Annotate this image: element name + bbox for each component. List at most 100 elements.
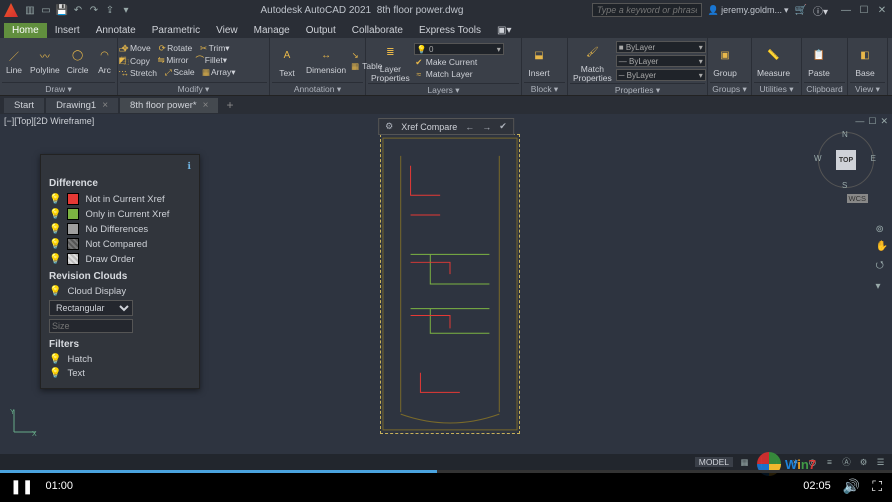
paste-button[interactable]: 📋Paste (804, 43, 834, 79)
linetype-combo[interactable]: ─ ByLayer▾ (616, 69, 706, 81)
tab-manage[interactable]: Manage (246, 23, 298, 38)
arc-button[interactable]: ◠Arc (93, 46, 117, 76)
prev-icon[interactable]: ← (465, 122, 474, 132)
tab-output[interactable]: Output (298, 23, 344, 38)
panel-layers-title[interactable]: Layers ▾ (368, 83, 519, 95)
tab-insert[interactable]: Insert (47, 23, 88, 38)
model-space-button[interactable]: MODEL (695, 457, 733, 467)
bulb-icon[interactable]: 💡 (49, 254, 61, 265)
vp-min-icon[interactable]: — (855, 116, 864, 127)
grid-icon[interactable]: ▦ (739, 457, 750, 468)
palette-options-icon[interactable]: ℹ (187, 161, 191, 172)
qat-undo-icon[interactable]: ↶ (72, 4, 84, 16)
panel-annotation-title[interactable]: Annotation ▾ (272, 82, 363, 94)
bulb-icon[interactable]: 💡 (49, 239, 61, 250)
wcs-label[interactable]: WCS (847, 194, 869, 203)
diff-no-differences[interactable]: 💡No Differences (49, 223, 191, 235)
view-cube[interactable]: TOP N S E W (818, 132, 874, 188)
bulb-icon[interactable]: 💡 (49, 368, 61, 379)
video-progress[interactable] (0, 470, 892, 473)
customize-icon[interactable]: ☰ (875, 457, 886, 468)
tab-collaborate[interactable]: Collaborate (344, 23, 411, 38)
next-icon[interactable]: → (482, 122, 491, 132)
filter-hatch[interactable]: 💡Hatch (49, 354, 191, 365)
polyline-button[interactable]: 〰Polyline (27, 46, 63, 76)
group-button[interactable]: ▣Group (710, 43, 740, 79)
bulb-icon[interactable]: 💡 (49, 224, 61, 235)
stretch-button[interactable]: ↔Stretch (120, 68, 157, 78)
layer-combo[interactable]: 💡 0▾ (414, 43, 504, 55)
panel-properties-title[interactable]: Properties ▾ (570, 83, 705, 95)
user-menu[interactable]: 👤 jeremy.goldm... ▾ (708, 5, 789, 16)
diff-draw-order[interactable]: 💡Draw Order (49, 253, 191, 265)
qat-share-icon[interactable]: ⇪ (104, 4, 116, 16)
qat-new-icon[interactable]: ▥ (24, 4, 36, 16)
nav-more-icon[interactable]: ▾ (876, 281, 888, 292)
viewcube-face[interactable]: TOP (836, 150, 856, 170)
text-button[interactable]: AText (272, 43, 302, 79)
bulb-icon[interactable]: 💡 (49, 194, 61, 205)
qat-redo-icon[interactable]: ↷ (88, 4, 100, 16)
fullscreen-icon[interactable]: ⛶ (872, 478, 882, 495)
panel-block-title[interactable]: Block ▾ (524, 82, 565, 94)
panel-draw-title[interactable]: Draw ▾ (2, 82, 115, 94)
cart-icon[interactable]: 🛒 (795, 5, 807, 16)
insert-button[interactable]: ⬓Insert (524, 43, 554, 79)
make-current-button[interactable]: ✔Make Current (414, 57, 504, 67)
qat-save-icon[interactable]: 💾 (56, 4, 68, 16)
tab-parametric[interactable]: Parametric (144, 23, 208, 38)
qat-open-icon[interactable]: ▭ (40, 4, 52, 16)
orbit-icon[interactable]: ⭯ (876, 258, 888, 275)
scale-button[interactable]: ⤢Scale (163, 67, 194, 78)
cloud-size-input[interactable] (49, 319, 133, 333)
annoscale-icon[interactable]: Ⓐ (841, 456, 852, 468)
match-properties-button[interactable]: 🖌Match Properties (570, 39, 615, 83)
panel-utilities-title[interactable]: Utilities ▾ (754, 82, 799, 94)
tab-annotate[interactable]: Annotate (88, 23, 144, 38)
dimension-button[interactable]: ↔Dimension (303, 46, 349, 76)
gear-icon[interactable]: ⚙ (385, 121, 393, 132)
doctab-start[interactable]: Start (4, 98, 44, 113)
tab-home[interactable]: Home (4, 23, 47, 38)
fillet-button[interactable]: ⌒Fillet▾ (195, 55, 227, 66)
accept-icon[interactable]: ✔ (499, 121, 507, 132)
minimize-icon[interactable]: — (840, 4, 852, 16)
doctab-8thfloor[interactable]: 8th floor power*× (120, 98, 218, 113)
base-button[interactable]: ◧Base (850, 43, 880, 79)
circle-button[interactable]: ◯Circle (64, 46, 92, 76)
line-button[interactable]: ／Line (2, 46, 26, 76)
color-combo[interactable]: ■ ByLayer▾ (616, 41, 706, 53)
lineweight-icon[interactable]: ≡ (824, 457, 835, 467)
tab-focus[interactable]: ▣▾ (489, 23, 519, 38)
vp-max-icon[interactable]: ☐ (868, 116, 876, 127)
close-icon[interactable]: ✕ (876, 4, 888, 16)
vp-close-icon[interactable]: ✕ (880, 116, 888, 127)
match-layer-button[interactable]: ≈Match Layer (414, 69, 504, 79)
close-icon[interactable]: × (102, 100, 108, 111)
drawing-area[interactable]: [−][Top][2D Wireframe] — ☐ ✕ ⚙ Xref Comp… (0, 114, 892, 454)
rotate-button[interactable]: ⟳Rotate (157, 43, 192, 54)
pan-icon[interactable]: ✋ (876, 241, 888, 252)
workspace-icon[interactable]: ⚙ (858, 457, 869, 468)
diff-not-in-current[interactable]: 💡Not in Current Xref (49, 193, 191, 205)
panel-clipboard-title[interactable]: Clipboard ▾ (804, 82, 845, 94)
mirror-button[interactable]: ⇋Mirror (156, 55, 188, 66)
panel-view-title[interactable]: View ▾ (850, 82, 885, 94)
filter-text[interactable]: 💡Text (49, 368, 191, 379)
panel-modify-title[interactable]: Modify ▾ (120, 82, 267, 94)
diff-not-compared[interactable]: 💡Not Compared (49, 238, 191, 250)
maximize-icon[interactable]: ☐ (858, 4, 870, 16)
close-icon[interactable]: × (203, 100, 209, 111)
bulb-icon[interactable]: 💡 (49, 354, 61, 365)
steering-wheel-icon[interactable]: ⊚ (876, 224, 888, 235)
bulb-icon[interactable]: 💡 (49, 286, 61, 297)
doctab-drawing1[interactable]: Drawing1× (46, 98, 118, 113)
cloud-display[interactable]: 💡Cloud Display (49, 286, 191, 297)
qat-dropdown-icon[interactable]: ▾ (120, 4, 132, 16)
lineweight-combo[interactable]: — ByLayer▾ (616, 55, 706, 67)
copy-button[interactable]: ⿻Copy (120, 56, 150, 66)
array-button[interactable]: ▦Array▾ (201, 67, 236, 78)
layer-properties-button[interactable]: ≣Layer Properties (368, 39, 413, 83)
info-icon[interactable]: ⓘ▾ (813, 3, 828, 18)
trim-button[interactable]: ✂Trim▾ (199, 43, 230, 54)
